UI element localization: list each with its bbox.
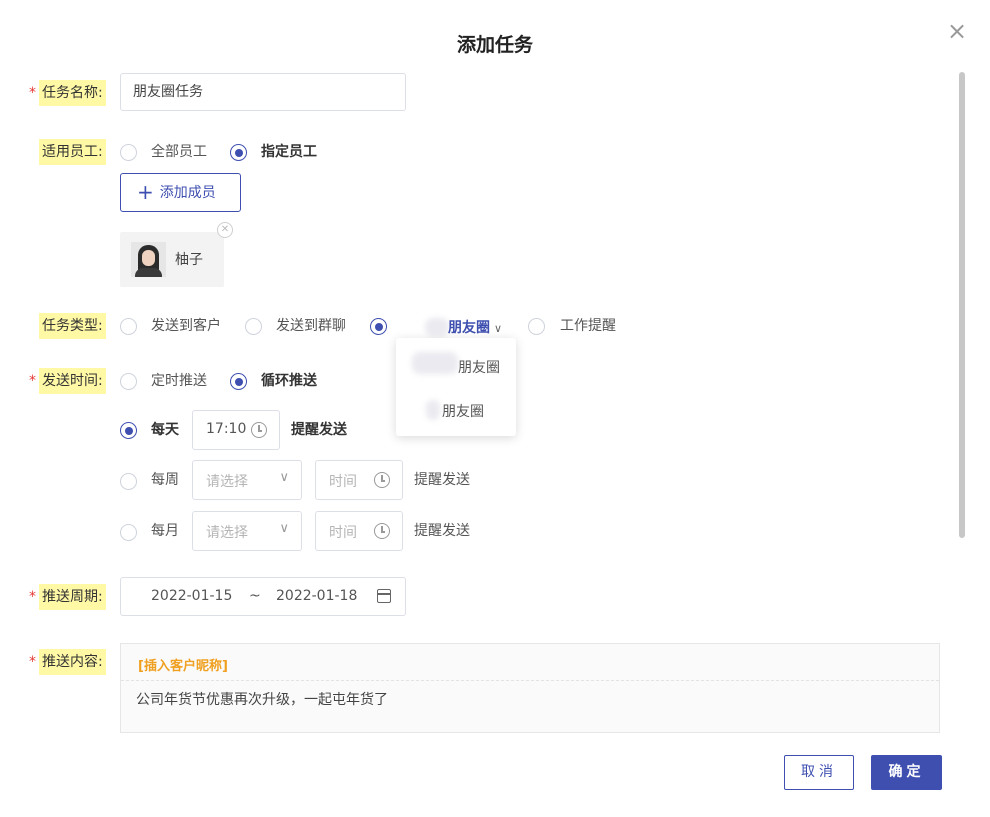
radio-daily[interactable] xyxy=(120,422,137,439)
radio-send-to-customer-label: 发送到客户 xyxy=(151,318,221,334)
cancel-button[interactable]: 取消 xyxy=(784,755,854,790)
end-date: 2022-01-18 xyxy=(276,588,358,604)
task-name-input[interactable]: 朋友圈任务 xyxy=(120,73,406,111)
radio-weekly-label: 每周 xyxy=(151,472,179,488)
daily-time-value: 17:10 xyxy=(206,421,247,437)
content-text[interactable]: 公司年货节优惠再次升级，一起屯年货了 xyxy=(136,689,388,709)
remove-member-icon[interactable]: ✕ xyxy=(217,222,233,238)
monthly-day-select[interactable]: 请选择 ∨ xyxy=(192,511,302,551)
member-name: 柚子 xyxy=(175,252,203,268)
weekly-time-placeholder: 时间 xyxy=(329,474,357,490)
dropdown-item[interactable]: 朋友圈 xyxy=(396,401,516,421)
chevron-down-icon: ∨ xyxy=(279,470,289,485)
task-type-label: 任务类型: xyxy=(39,313,106,339)
date-separator: ~ xyxy=(249,588,261,604)
daily-time-picker[interactable]: 17:10 xyxy=(192,410,280,450)
calendar-icon xyxy=(377,589,391,603)
dropdown-item[interactable]: 朋友圈 xyxy=(396,357,516,377)
weekly-day-select[interactable]: 请选择 ∨ xyxy=(192,460,302,500)
required-mark: * xyxy=(29,85,36,101)
scrollbar[interactable] xyxy=(958,72,966,540)
date-range-picker[interactable]: 2022-01-15 ~ 2022-01-18 xyxy=(120,577,406,616)
radio-recurring-push[interactable] xyxy=(230,373,247,390)
radio-scheduled-push[interactable] xyxy=(120,373,137,390)
moments-select[interactable]: 朋友圈 ∨ xyxy=(448,317,502,337)
moments-dropdown: 朋友圈 朋友圈 xyxy=(396,338,516,436)
clock-icon xyxy=(374,523,390,539)
radio-send-to-customer[interactable] xyxy=(120,318,137,335)
avatar xyxy=(131,242,166,277)
daily-suffix: 提醒发送 xyxy=(291,422,347,438)
monthly-suffix: 提醒发送 xyxy=(414,523,470,539)
weekly-time-picker[interactable]: 时间 xyxy=(315,460,403,500)
content-divider xyxy=(121,680,939,681)
clock-icon xyxy=(374,472,390,488)
radio-monthly-label: 每月 xyxy=(151,523,179,539)
insert-nickname-button[interactable]: [插入客户昵称] xyxy=(138,655,228,674)
radio-specified-staff[interactable] xyxy=(230,144,247,161)
monthly-time-placeholder: 时间 xyxy=(329,525,357,541)
content-label: 推送内容: xyxy=(39,649,106,675)
required-mark: * xyxy=(29,589,36,605)
radio-specified-staff-label: 指定员工 xyxy=(261,144,317,160)
add-task-dialog: 添加任务 × * 任务名称: 朋友圈任务 适用员工: 全部员工 指定员工 + 添加… xyxy=(0,0,990,817)
radio-daily-label: 每天 xyxy=(151,422,179,438)
start-date: 2022-01-15 xyxy=(151,588,233,604)
radio-work-reminder-label: 工作提醒 xyxy=(560,318,616,334)
radio-send-to-group-label: 发送到群聊 xyxy=(276,318,346,334)
weekly-select-placeholder: 请选择 xyxy=(206,474,248,490)
staff-label: 适用员工: xyxy=(39,139,106,165)
radio-weekly[interactable] xyxy=(120,473,137,490)
confirm-button[interactable]: 确定 xyxy=(871,755,942,790)
period-label: 推送周期: xyxy=(39,584,106,610)
radio-all-staff-label: 全部员工 xyxy=(151,144,207,160)
member-chip: 柚子 xyxy=(120,232,224,287)
radio-send-to-group[interactable] xyxy=(245,318,262,335)
dialog-title: 添加任务 xyxy=(456,34,533,56)
content-editor[interactable]: [插入客户昵称] 公司年货节优惠再次升级，一起屯年货了 xyxy=(120,643,940,733)
weekly-suffix: 提醒发送 xyxy=(414,472,470,488)
radio-moments[interactable] xyxy=(370,318,387,335)
send-time-label: 发送时间: xyxy=(39,368,106,394)
required-mark: * xyxy=(29,654,36,670)
radio-work-reminder[interactable] xyxy=(528,318,545,335)
add-member-label: 添加成员 xyxy=(159,185,216,201)
chevron-down-icon: ∨ xyxy=(494,322,503,335)
radio-recurring-push-label: 循环推送 xyxy=(261,373,317,389)
chevron-down-icon: ∨ xyxy=(279,521,289,536)
monthly-time-picker[interactable]: 时间 xyxy=(315,511,403,551)
task-name-label: 任务名称: xyxy=(39,80,106,106)
plus-icon: + xyxy=(137,180,154,204)
radio-scheduled-push-label: 定时推送 xyxy=(151,373,207,389)
scrollbar-thumb[interactable] xyxy=(959,72,965,538)
monthly-select-placeholder: 请选择 xyxy=(206,525,248,541)
radio-all-staff[interactable] xyxy=(120,144,137,161)
radio-monthly[interactable] xyxy=(120,524,137,541)
clock-icon xyxy=(251,422,267,438)
add-member-button[interactable]: + 添加成员 xyxy=(120,173,241,212)
close-icon[interactable]: × xyxy=(946,19,968,43)
required-mark: * xyxy=(29,373,36,389)
blurred-region xyxy=(425,318,449,336)
moments-select-label: 朋友圈 xyxy=(448,320,490,336)
